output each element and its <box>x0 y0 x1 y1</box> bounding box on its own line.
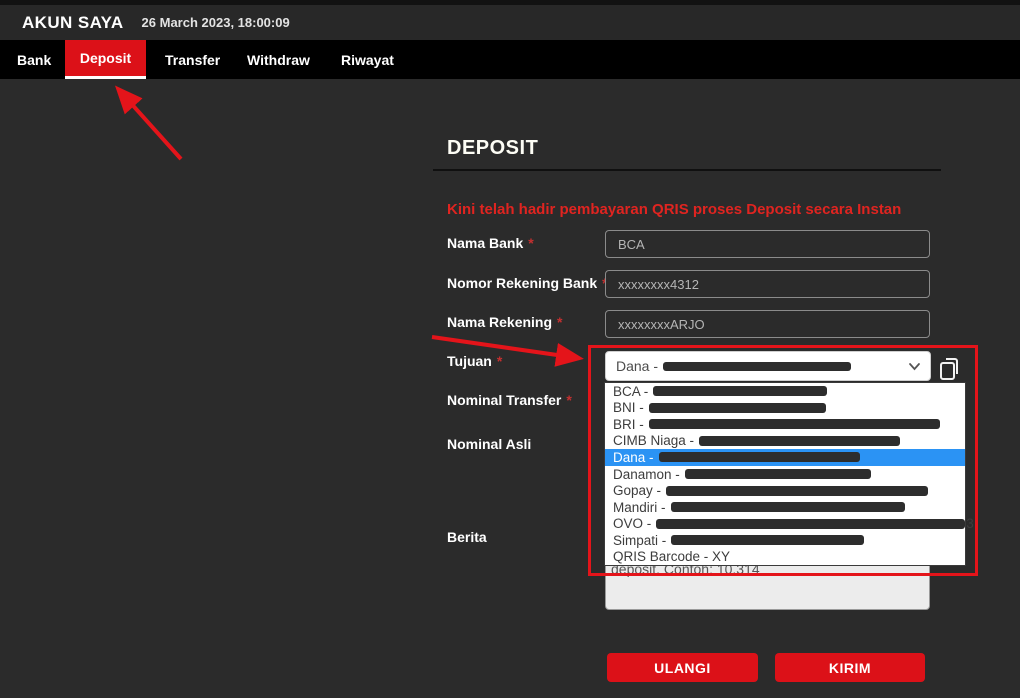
label-nominal-asli: Nominal Asli <box>447 436 536 452</box>
label-berita: Berita <box>447 529 492 545</box>
dropdown-option-bri[interactable]: BRI - <box>605 416 965 433</box>
required-asterisk: * <box>528 235 533 251</box>
redacted-text <box>685 469 871 479</box>
redacted-text <box>656 519 965 529</box>
nama-rekening-input[interactable] <box>605 310 930 338</box>
redacted-text <box>649 403 826 413</box>
dropdown-option-bni[interactable]: BNI - <box>605 400 965 417</box>
tab-withdraw[interactable]: Withdraw <box>247 40 310 79</box>
required-asterisk: * <box>557 314 562 330</box>
label-nominal-transfer: Nominal Transfer* <box>447 392 572 408</box>
dropdown-option-simpati[interactable]: Simpati - <box>605 532 965 549</box>
dropdown-option-mandiri[interactable]: Mandiri - <box>605 499 965 516</box>
tujuan-selected-value: Dana - <box>616 358 658 374</box>
redacted-text <box>699 436 900 446</box>
required-asterisk: * <box>497 353 502 369</box>
label-nomor-rekening-bank: Nomor Rekening Bank* <box>447 275 608 291</box>
annotation-arrow-deposit-tab <box>119 90 181 159</box>
nama-bank-input[interactable] <box>605 230 930 258</box>
title-divider <box>433 169 941 171</box>
nomor-rekening-input[interactable] <box>605 270 930 298</box>
tujuan-select[interactable]: Dana - <box>605 351 931 381</box>
app-title: AKUN SAYA <box>22 13 124 33</box>
redacted-account-bar <box>663 362 851 371</box>
qris-notice: Kini telah hadir pembayaran QRIS proses … <box>447 201 901 218</box>
kirim-button[interactable]: KIRIM <box>775 653 925 682</box>
redacted-text <box>649 419 940 429</box>
tab-deposit[interactable]: Deposit <box>65 40 146 79</box>
redacted-text <box>653 386 827 396</box>
label-nama-rekening: Nama Rekening* <box>447 314 563 330</box>
dropdown-option-ovo[interactable]: OVO -3 <box>605 515 965 532</box>
dropdown-option-qris-barcode[interactable]: QRIS Barcode - XY <box>605 548 965 565</box>
copy-icon[interactable] <box>936 355 964 383</box>
tab-bank[interactable]: Bank <box>17 40 51 79</box>
main-nav: Bank Deposit Transfer Withdraw Riwayat <box>0 40 1020 79</box>
dropdown-option-danamon[interactable]: Danamon - <box>605 466 965 483</box>
tab-transfer[interactable]: Transfer <box>165 40 220 79</box>
required-asterisk: * <box>566 392 571 408</box>
dropdown-option-bca[interactable]: BCA - <box>605 383 965 400</box>
dropdown-option-gopay[interactable]: Gopay - <box>605 482 965 499</box>
label-nama-bank: Nama Bank* <box>447 235 534 251</box>
app-header: AKUN SAYA 26 March 2023, 18:00:09 <box>0 5 1020 40</box>
redacted-text <box>666 486 928 496</box>
ulangi-button[interactable]: ULANGI <box>607 653 758 682</box>
redacted-text <box>671 502 905 512</box>
dropdown-option-dana[interactable]: Dana - <box>605 449 965 466</box>
tab-riwayat[interactable]: Riwayat <box>341 40 394 79</box>
tujuan-dropdown-list: BCA - BNI - BRI - CIMB Niaga - Dana - Da… <box>604 382 966 566</box>
dropdown-option-cimb-niaga[interactable]: CIMB Niaga - <box>605 433 965 450</box>
redacted-text <box>671 535 864 545</box>
header-datetime: 26 March 2023, 18:00:09 <box>142 15 290 30</box>
chevron-down-icon <box>908 360 921 373</box>
page-title: DEPOSIT <box>447 137 538 160</box>
redacted-text <box>659 452 860 462</box>
label-tujuan: Tujuan* <box>447 353 502 369</box>
